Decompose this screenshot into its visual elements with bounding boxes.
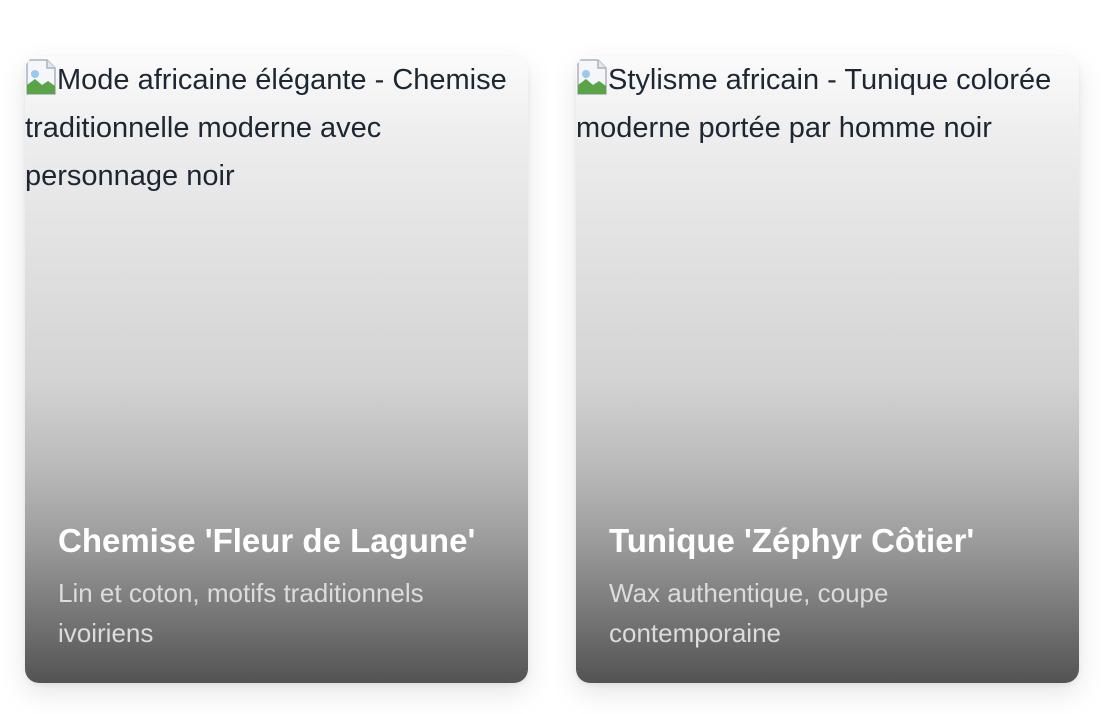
broken-image-icon bbox=[26, 59, 56, 95]
product-description: Wax authentique, coupe contemporaine bbox=[609, 578, 889, 648]
product-grid: Mode africaine élégante - Chemise tradit… bbox=[0, 0, 1104, 714]
card-caption: Tunique 'Zéphyr Côtier' Wax authentique,… bbox=[609, 513, 1049, 653]
broken-image-icon bbox=[577, 59, 607, 95]
product-title[interactable]: Chemise 'Fleur de Lagune' bbox=[58, 513, 498, 569]
image-alt-text: Mode africaine élégante - Chemise tradit… bbox=[25, 64, 507, 192]
product-card-tunique[interactable]: Stylisme africain - Tunique colorée mode… bbox=[576, 56, 1079, 683]
image-alt-text: Stylisme africain - Tunique colorée mode… bbox=[576, 64, 1052, 144]
card-caption: Chemise 'Fleur de Lagune' Lin et coton, … bbox=[58, 513, 498, 653]
product-description: Lin et coton, motifs traditionnels ivoir… bbox=[58, 578, 424, 648]
product-image: Mode africaine élégante - Chemise tradit… bbox=[25, 56, 508, 200]
product-card-chemise[interactable]: Mode africaine élégante - Chemise tradit… bbox=[25, 56, 528, 683]
product-image: Stylisme africain - Tunique colorée mode… bbox=[576, 56, 1059, 152]
product-title[interactable]: Tunique 'Zéphyr Côtier' bbox=[609, 513, 1049, 569]
